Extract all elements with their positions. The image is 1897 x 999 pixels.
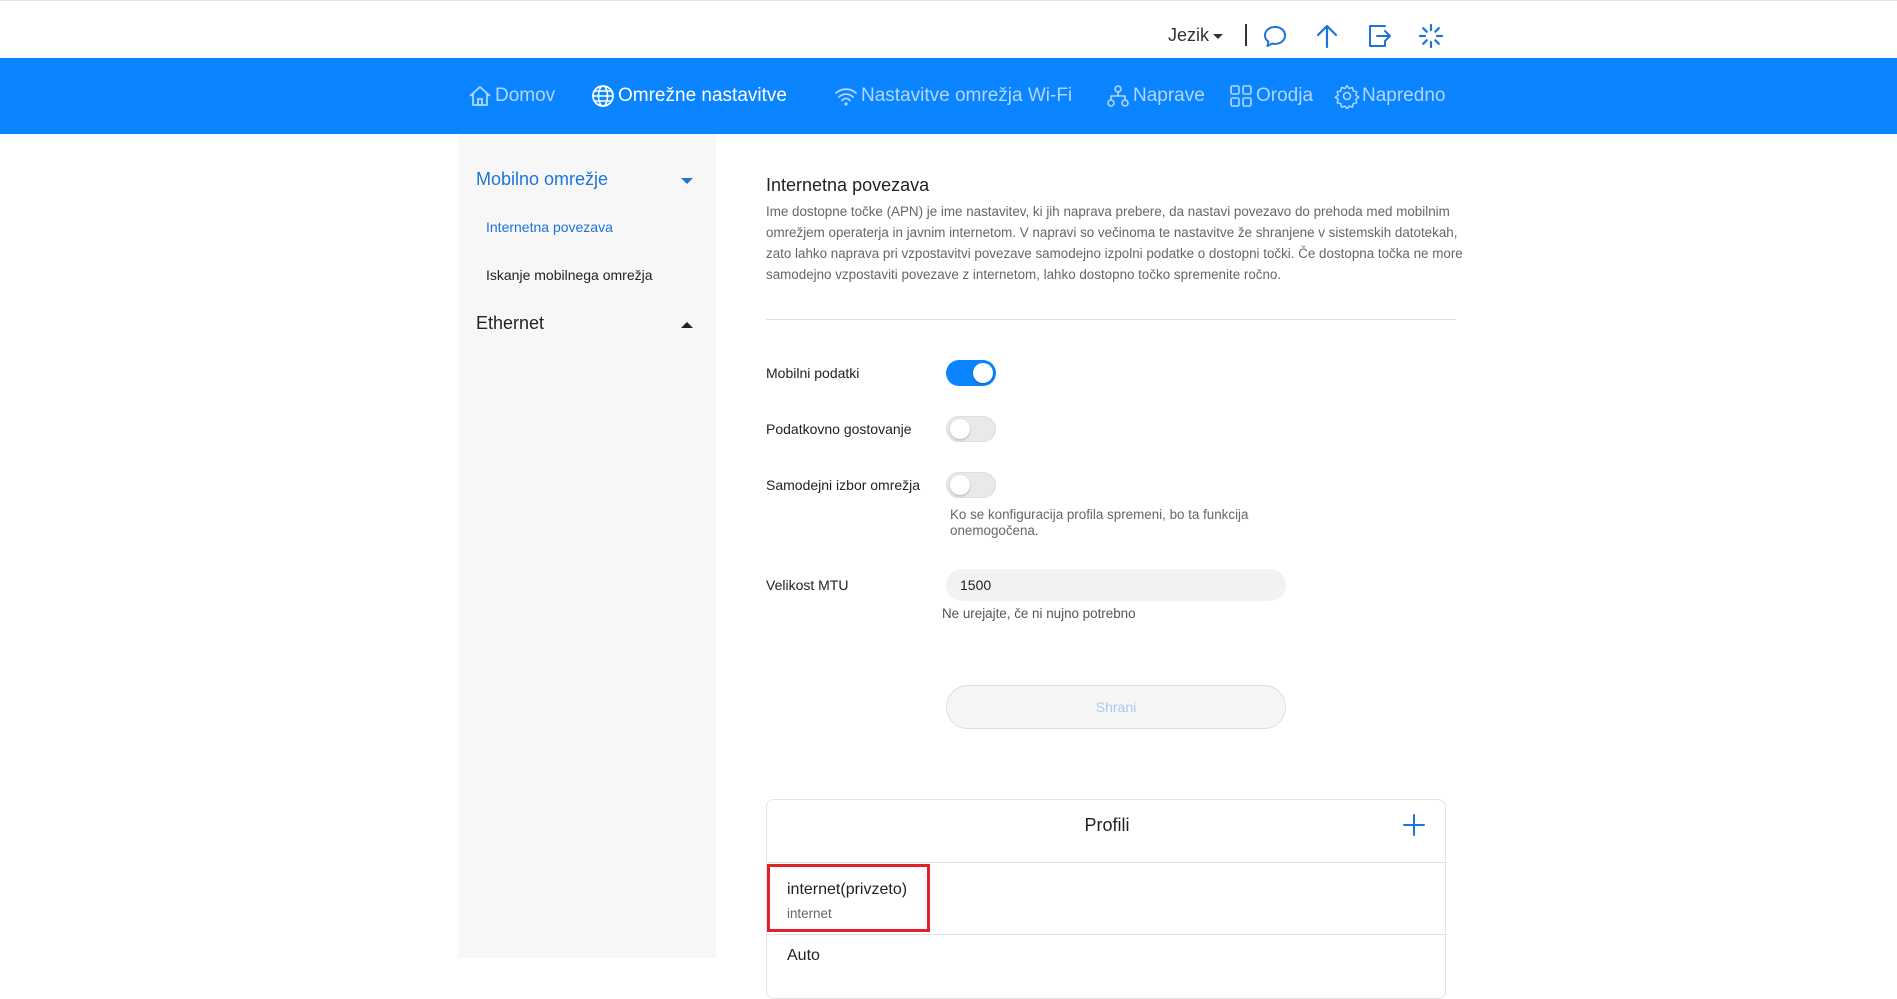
home-icon: [469, 86, 491, 106]
nav-label: Naprave: [1133, 85, 1205, 106]
sidebar-group-ethernet[interactable]: Ethernet: [476, 313, 544, 334]
message-icon[interactable]: [1260, 21, 1290, 51]
wifi-icon: [835, 88, 857, 106]
language-selector[interactable]: Jezik: [1168, 25, 1224, 46]
nav-item-network-settings[interactable]: Omrežne nastavitve: [590, 58, 787, 134]
chevron-down-icon[interactable]: [681, 178, 693, 184]
nav-label: Nastavitve omrežja Wi-Fi: [861, 85, 1073, 106]
mobile-data-toggle[interactable]: [946, 360, 996, 386]
main-nav: Domov Omrežne nastavitve Nastavitve omre…: [0, 58, 1897, 134]
auto-network-hint: Ko se konfiguracija profila spremeni, bo…: [950, 507, 1249, 538]
devices-icon: [1107, 85, 1129, 107]
profile-item-auto[interactable]: Auto: [767, 935, 1447, 995]
language-label: Jezik: [1168, 25, 1210, 45]
logout-icon[interactable]: [1364, 21, 1394, 51]
profiles-title: Profili: [767, 800, 1447, 863]
sidebar-item-network-search[interactable]: Iskanje mobilnega omrežja: [486, 267, 653, 283]
mobile-data-label: Mobilni podatki: [766, 365, 860, 381]
nav-item-home[interactable]: Domov: [467, 58, 555, 134]
sidebar-group-label: Mobilno omrežje: [476, 169, 609, 189]
auto-network-toggle[interactable]: [946, 472, 996, 498]
divider: [766, 319, 1456, 320]
divider: [1245, 24, 1247, 46]
auto-network-label: Samodejni izbor omrežja: [766, 477, 921, 493]
update-icon[interactable]: [1312, 21, 1342, 51]
globe-icon: [592, 85, 614, 107]
plus-icon: [1403, 814, 1425, 836]
mtu-input[interactable]: [946, 569, 1286, 601]
roaming-label: Podatkovno gostovanje: [766, 421, 912, 437]
save-button[interactable]: Shrani: [946, 685, 1286, 729]
nav-label: Domov: [495, 85, 556, 106]
page-title: Internetna povezava: [766, 175, 930, 195]
tools-icon: [1230, 85, 1252, 107]
nav-label: Omrežne nastavitve: [618, 85, 787, 106]
nav-item-tools[interactable]: Orodja: [1228, 58, 1313, 134]
add-profile-button[interactable]: [1401, 812, 1427, 838]
main-content: Internetna povezava Ime dostopne točke (…: [766, 134, 1466, 999]
nav-item-advanced[interactable]: Napredno: [1334, 58, 1445, 134]
page-description: Ime dostopne točke (APN) je ime nastavit…: [766, 204, 1463, 282]
selection-highlight: [767, 864, 930, 932]
caret-down-icon: [1213, 33, 1224, 39]
sidebar-group-label: Ethernet: [476, 313, 545, 333]
nav-label: Napredno: [1362, 85, 1446, 106]
nav-item-devices[interactable]: Naprave: [1105, 58, 1205, 134]
sidebar: Mobilno omrežje Internetna povezava Iska…: [458, 134, 716, 958]
profile-item-default[interactable]: internet(privzeto) internet: [767, 864, 1447, 935]
chevron-up-icon[interactable]: [681, 322, 693, 328]
mtu-label: Velikost MTU: [766, 577, 849, 593]
sidebar-item-internet-connection[interactable]: Internetna povezava: [486, 219, 613, 235]
roaming-toggle[interactable]: [946, 416, 996, 442]
nav-label: Orodja: [1256, 85, 1314, 106]
top-bar: Jezik: [0, 0, 1897, 58]
nav-item-wifi-settings[interactable]: Nastavitve omrežja Wi-Fi: [833, 58, 1072, 134]
sidebar-group-mobile-network[interactable]: Mobilno omrežje: [476, 169, 608, 190]
mtu-hint: Ne urejajte, če ni nujno potrebno: [942, 606, 1136, 621]
profile-name: Auto: [787, 947, 820, 964]
profiles-card: Profili internet(privzeto) internet Auto: [766, 799, 1447, 999]
settings-icon: [1334, 84, 1360, 109]
loading-icon: [1416, 21, 1446, 51]
